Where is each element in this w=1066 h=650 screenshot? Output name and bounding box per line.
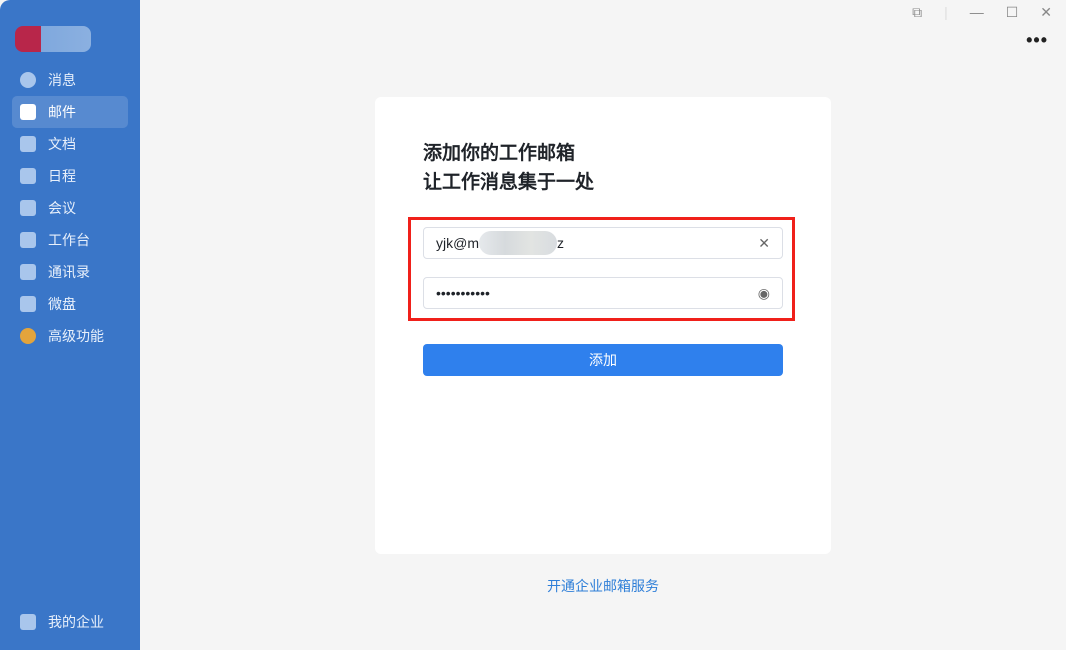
sidebar-item-label: 高级功能: [48, 328, 104, 344]
sidebar-item-label: 通讯录: [48, 264, 90, 280]
password-field[interactable]: ••••••••••• ◉: [423, 277, 783, 309]
sidebar-item-docs[interactable]: 文档: [12, 128, 128, 160]
sidebar-item-mail[interactable]: 邮件: [12, 96, 128, 128]
eye-icon[interactable]: ◉: [758, 285, 770, 302]
avatar[interactable]: [15, 26, 91, 52]
sidebar-item-premium[interactable]: 高级功能: [12, 320, 128, 352]
divider: |: [944, 4, 948, 20]
sidebar-item-company[interactable]: 我的企业: [12, 606, 128, 638]
sidebar-item-messages[interactable]: 消息: [12, 64, 128, 96]
add-button[interactable]: 添加: [423, 344, 783, 376]
enterprise-mail-link[interactable]: 开通企业邮箱服务: [547, 576, 659, 596]
sidebar-item-label: 微盘: [48, 296, 76, 312]
sidebar-item-workspace[interactable]: 工作台: [12, 224, 128, 256]
company-icon: [20, 614, 36, 630]
more-icon[interactable]: •••: [1026, 30, 1048, 51]
window-controls: ⧉ | — ☐ ✕: [912, 0, 1066, 24]
sidebar-item-label: 会议: [48, 200, 76, 216]
email-field[interactable]: yjk@m z ✕: [423, 227, 783, 259]
docs-icon: [20, 136, 36, 152]
contacts-icon: [20, 264, 36, 280]
password-value: •••••••••••: [436, 285, 490, 301]
sidebar-item-label: 文档: [48, 136, 76, 152]
close-icon[interactable]: ✕: [1040, 4, 1052, 21]
sidebar-item-label: 工作台: [48, 232, 90, 248]
email-suffix: z: [556, 235, 564, 251]
sidebar-item-meeting[interactable]: 会议: [12, 192, 128, 224]
redacted-blur: [478, 231, 557, 255]
maximize-icon[interactable]: ☐: [1006, 4, 1019, 21]
meeting-icon: [20, 200, 36, 216]
popout-icon[interactable]: ⧉: [912, 4, 922, 21]
minimize-icon[interactable]: —: [970, 4, 984, 20]
sidebar-item-contacts[interactable]: 通讯录: [12, 256, 128, 288]
premium-icon: [20, 328, 36, 344]
sidebar: 消息 邮件 文档 日程 会议 工作台 通讯录 微盘 高级功能 我的企业: [0, 0, 140, 650]
title-line: 添加你的工作邮箱: [423, 143, 576, 164]
sidebar-item-drive[interactable]: 微盘: [12, 288, 128, 320]
subtitle-line: 让工作消息集于一处: [423, 172, 595, 193]
sidebar-item-label: 邮件: [48, 104, 76, 120]
sidebar-item-calendar[interactable]: 日程: [12, 160, 128, 192]
mail-icon: [20, 104, 36, 120]
sidebar-item-label: 我的企业: [48, 614, 104, 630]
drive-icon: [20, 296, 36, 312]
clear-icon[interactable]: ✕: [758, 235, 770, 252]
page-title: 添加你的工作邮箱 让工作消息集于一处: [423, 139, 594, 197]
sidebar-nav: 消息 邮件 文档 日程 会议 工作台 通讯录 微盘 高级功能: [12, 64, 128, 352]
calendar-icon: [20, 168, 36, 184]
add-mailbox-card: 添加你的工作邮箱 让工作消息集于一处 yjk@m z ✕ ••••••••••• …: [375, 97, 831, 554]
sidebar-item-label: 消息: [48, 72, 76, 88]
workspace-icon: [20, 232, 36, 248]
chat-icon: [20, 72, 36, 88]
email-prefix: yjk@m: [436, 235, 479, 251]
sidebar-item-label: 日程: [48, 168, 76, 184]
